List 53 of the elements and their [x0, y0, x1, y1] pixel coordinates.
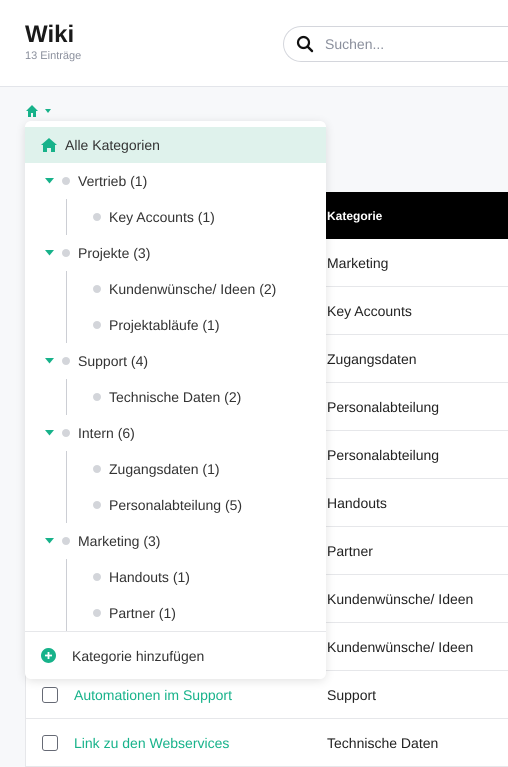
- subcategory-item[interactable]: Personalabteilung (5): [109, 497, 242, 513]
- caret-icon[interactable]: [45, 250, 54, 256]
- bullet-icon: [62, 537, 70, 545]
- subcategory-item[interactable]: Handouts (1): [109, 569, 190, 585]
- table-cell: Partner: [327, 542, 373, 558]
- home-icon: [41, 138, 57, 152]
- row-checkbox[interactable]: [42, 734, 58, 750]
- subcategory-item[interactable]: Kundenwünsche/ Ideen (2): [109, 281, 276, 297]
- plus-circle-icon: [41, 648, 56, 663]
- bullet-icon: [93, 573, 101, 581]
- search-field[interactable]: Suchen...: [283, 26, 508, 62]
- page-title: Wiki: [25, 22, 76, 48]
- table-cell: Personalabteilung: [327, 446, 440, 462]
- subcategory-item[interactable]: Zugangsdaten (1): [109, 461, 220, 477]
- subcategory-item[interactable]: Partner (1): [109, 605, 176, 621]
- table-cell: Kundenwünsche/ Ideen: [327, 590, 474, 606]
- table-cell: Marketing: [327, 254, 388, 270]
- caret-icon[interactable]: [45, 430, 54, 436]
- category-dropdown-button[interactable]: [25, 104, 53, 118]
- bullet-icon: [93, 285, 101, 293]
- bullet-icon: [62, 357, 70, 365]
- bullet-icon: [93, 609, 101, 617]
- bullet-icon: [93, 393, 101, 401]
- category-item[interactable]: Marketing (3): [78, 533, 160, 549]
- bullet-icon: [93, 465, 101, 473]
- caret-icon[interactable]: [45, 178, 54, 184]
- subcategory-item[interactable]: Key Accounts (1): [109, 209, 215, 225]
- bullet-icon: [93, 501, 101, 509]
- table-cell: Kundenwünsche/ Ideen: [327, 638, 474, 654]
- category-item[interactable]: Vertrieb (1): [78, 173, 148, 189]
- bullet-icon: [62, 429, 70, 437]
- menu-item[interactable]: Alle Kategorien: [25, 127, 326, 163]
- table-cell: Personalabteilung: [327, 398, 440, 414]
- bullet-icon: [93, 213, 101, 221]
- column-header[interactable]: Kategorie: [327, 208, 508, 222]
- category-item[interactable]: Support (4): [78, 353, 148, 369]
- add-category-button[interactable]: Kategorie hinzufügen: [25, 631, 326, 679]
- table-cell: Support: [327, 686, 376, 702]
- table-cell: Key Accounts: [327, 302, 412, 318]
- category-item[interactable]: Projekte (3): [78, 245, 150, 261]
- caret-icon[interactable]: [45, 538, 54, 544]
- category-item[interactable]: Intern (6): [78, 425, 135, 441]
- subcategory-item[interactable]: Technische Daten (2): [109, 389, 242, 405]
- bullet-icon: [93, 321, 101, 329]
- bullet-icon: [62, 177, 70, 185]
- entry-count: 13 Einträge: [25, 50, 82, 62]
- table-cell: Technische Daten: [327, 734, 438, 750]
- table-cell: Handouts: [327, 494, 387, 510]
- subcategory-item[interactable]: Projektabläufe (1): [109, 317, 220, 333]
- bullet-icon: [62, 249, 70, 257]
- caret-icon[interactable]: [45, 358, 54, 364]
- row-checkbox[interactable]: [42, 686, 58, 702]
- table-cell: Zugangsdaten: [327, 350, 417, 366]
